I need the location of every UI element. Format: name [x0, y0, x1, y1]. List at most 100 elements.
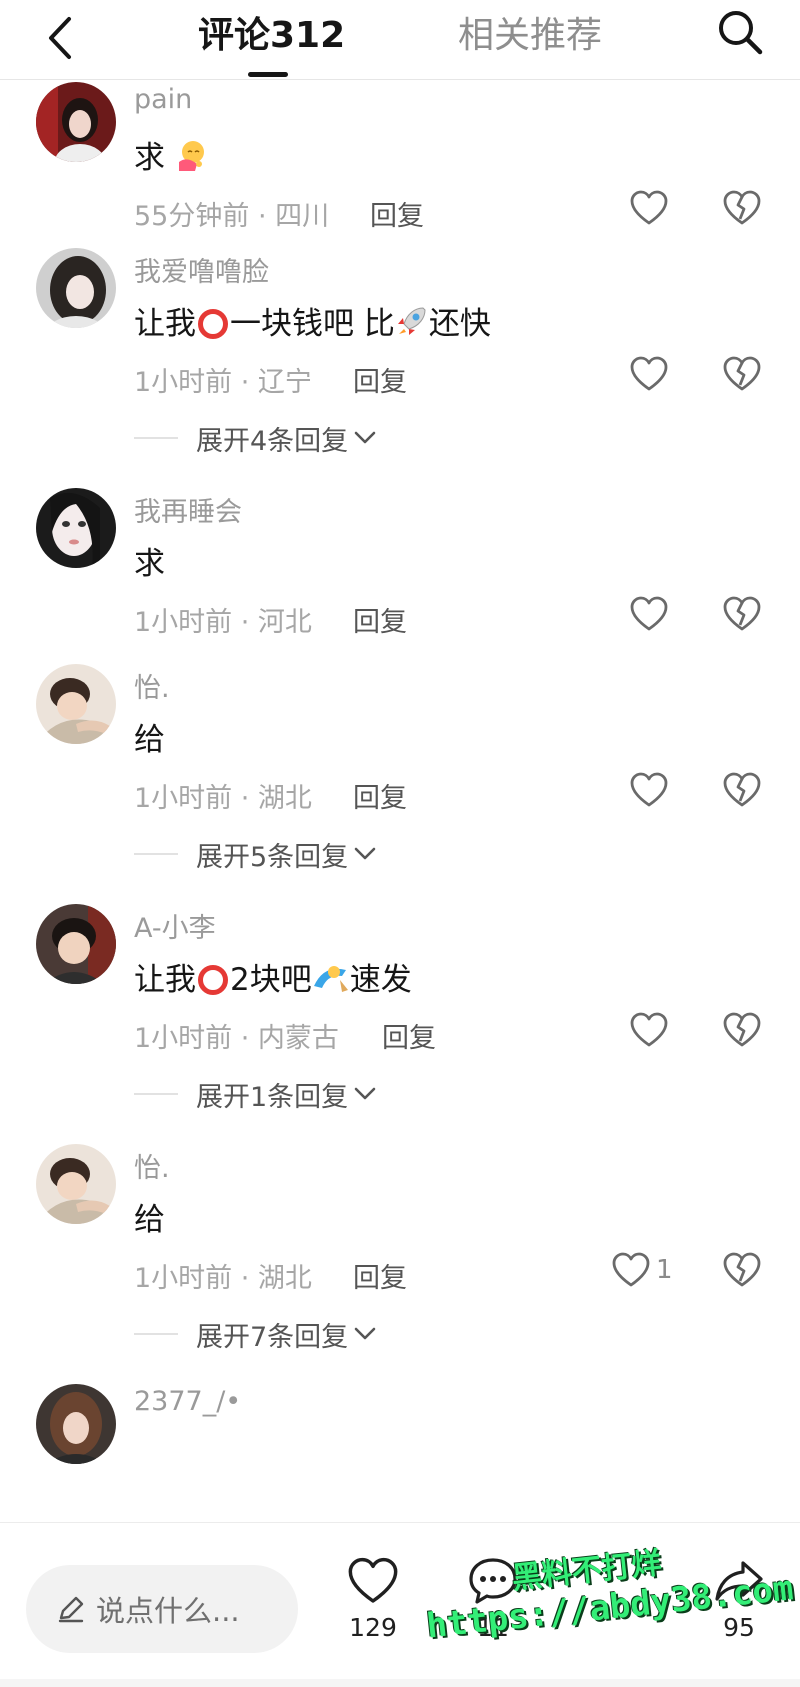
comment-text-part: 让我	[134, 962, 196, 998]
comment-text-content: 求	[134, 140, 165, 176]
comment-list[interactable]: pain 求 55分钟前 · 四川 回复 我爱噜噜脸 让我 一块钱吧 比还快 1小…	[0, 80, 800, 1522]
chevron-down-icon	[354, 431, 376, 445]
comment-username[interactable]: A-小李	[134, 906, 216, 945]
comment-username[interactable]: 我爱噜噜脸	[134, 250, 269, 289]
chevron-down-icon	[354, 847, 376, 861]
divider	[134, 437, 178, 439]
comment-username[interactable]: 我再睡会	[134, 490, 242, 529]
comment-time-location: 1小时前 · 河北	[134, 607, 312, 638]
avatar[interactable]	[36, 1384, 116, 1464]
dislike-button[interactable]	[720, 1248, 764, 1292]
avatar[interactable]	[36, 248, 116, 328]
reply-button[interactable]: 回复	[370, 194, 424, 233]
avatar[interactable]	[36, 488, 116, 568]
expand-replies-label: 展开7条回复	[196, 1321, 349, 1353]
rocket-emoji-icon	[397, 307, 426, 335]
tab-comments[interactable]: 评论312	[198, 10, 345, 62]
broken-heart-icon	[723, 1252, 761, 1287]
broken-heart-icon	[723, 596, 761, 631]
like-button[interactable]	[630, 186, 668, 230]
comment-text-part: 还快	[428, 306, 491, 342]
comment-time-location: 1小时前 · 湖北	[134, 1263, 312, 1294]
divider	[134, 1093, 178, 1095]
like-count: 129	[349, 1613, 397, 1642]
dislike-button[interactable]	[720, 592, 764, 636]
chevron-down-icon	[354, 1087, 376, 1101]
comment-text-part: 一块钱吧 比	[230, 306, 395, 342]
comment-username[interactable]: 怡.	[134, 666, 170, 705]
watermark-overlay: 黑料不打烊 https://abdy38.com	[420, 1523, 800, 1682]
expand-replies-button[interactable]: 展开5条回复	[134, 834, 376, 874]
bottom-action-bar: 说点什么... 129 11 95 黑料不打烊 https://abdy38.c…	[0, 1522, 800, 1687]
like-button[interactable]	[630, 1008, 668, 1052]
back-arrow-icon	[49, 17, 71, 59]
tab-related-recommendations[interactable]: 相关推荐	[458, 10, 602, 62]
reply-button[interactable]: 回复	[353, 360, 407, 399]
comment-username[interactable]: 怡.	[134, 1146, 170, 1185]
avatar[interactable]	[36, 1144, 116, 1224]
comment-text: 给	[134, 722, 165, 758]
broken-heart-icon	[723, 1012, 761, 1047]
comment-input[interactable]: 说点什么...	[26, 1565, 298, 1653]
reply-button[interactable]: 回复	[353, 776, 407, 815]
dislike-button[interactable]	[720, 186, 764, 230]
expand-replies-button[interactable]: 展开1条回复	[134, 1074, 376, 1114]
red-circle-emoji-icon	[198, 965, 228, 995]
heart-icon	[630, 772, 668, 807]
like-button[interactable]	[630, 768, 668, 812]
reply-button[interactable]: 回复	[353, 1256, 407, 1295]
like-button[interactable]	[630, 592, 668, 636]
expand-replies-label: 展开5条回复	[196, 841, 349, 873]
comment-text: 求	[134, 546, 165, 582]
bottom-edge	[0, 1679, 800, 1687]
emoji-icon	[178, 141, 204, 171]
reply-button[interactable]: 回复	[382, 1016, 436, 1055]
search-button[interactable]	[712, 4, 768, 60]
broken-heart-icon	[723, 190, 761, 225]
expand-replies-label: 展开4条回复	[196, 425, 349, 457]
dislike-button[interactable]	[720, 768, 764, 812]
heart-icon	[630, 190, 668, 225]
dislike-button[interactable]	[720, 352, 764, 396]
comment-username[interactable]: 2377_/•	[134, 1386, 241, 1417]
comment-text: 让我 2块吧 速发	[134, 954, 412, 999]
comment-text-part: 速发	[349, 962, 412, 998]
comment-text: 让我 一块钱吧 比还快	[134, 298, 491, 343]
heart-icon	[348, 1557, 398, 1603]
avatar[interactable]	[36, 82, 116, 162]
broken-heart-icon	[723, 356, 761, 391]
expand-replies-button[interactable]: 展开4条回复	[134, 418, 376, 458]
heart-icon	[630, 596, 668, 631]
divider	[134, 853, 178, 855]
avatar[interactable]	[36, 904, 116, 984]
heart-icon	[630, 1012, 668, 1047]
active-tab-indicator	[248, 72, 288, 77]
divider	[134, 1333, 178, 1335]
avatar[interactable]	[36, 664, 116, 744]
comment-input-placeholder: 说点什么...	[96, 1594, 240, 1628]
comment-text: 求	[134, 132, 209, 177]
like-count: 1	[656, 1255, 673, 1285]
dislike-button[interactable]	[720, 1008, 764, 1052]
heart-icon	[612, 1252, 650, 1287]
comment-text-part: 2块吧	[230, 962, 312, 998]
comment-text-part: 让我	[134, 306, 196, 342]
emoji-icon	[313, 966, 348, 992]
back-button[interactable]	[40, 12, 80, 64]
comment-time-location: 1小时前 · 辽宁	[134, 367, 312, 398]
comment-time-location: 1小时前 · 内蒙古	[134, 1023, 339, 1054]
comment-time-location: 1小时前 · 湖北	[134, 783, 312, 814]
comment-text: 给	[134, 1202, 165, 1238]
comment-username[interactable]: pain	[134, 84, 192, 115]
like-post-button[interactable]: 129	[328, 1551, 418, 1642]
top-navigation-bar: 评论312 相关推荐	[0, 0, 800, 80]
comment-time-location: 55分钟前 · 四川	[134, 201, 330, 232]
heart-icon	[630, 356, 668, 391]
like-button[interactable]	[630, 352, 668, 396]
expand-replies-button[interactable]: 展开7条回复	[134, 1314, 376, 1354]
pencil-icon	[58, 1596, 84, 1623]
expand-replies-label: 展开1条回复	[196, 1081, 349, 1113]
chevron-down-icon	[354, 1327, 376, 1341]
like-button[interactable]: 1	[612, 1248, 673, 1292]
reply-button[interactable]: 回复	[353, 600, 407, 639]
